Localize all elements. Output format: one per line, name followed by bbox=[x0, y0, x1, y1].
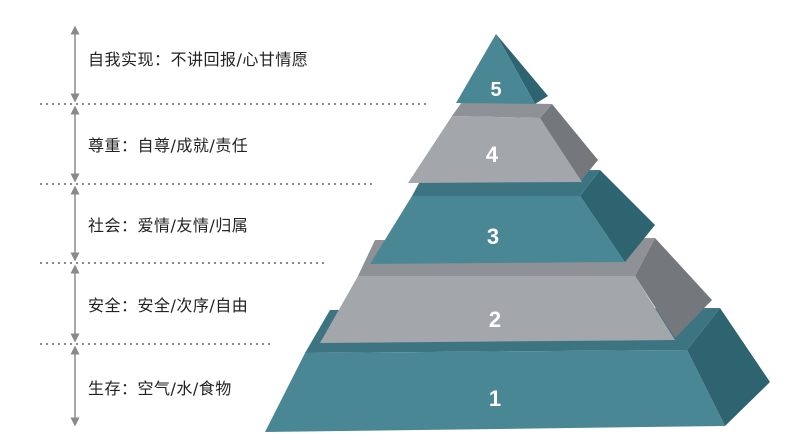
pyramid-level-3: 3 bbox=[370, 170, 655, 264]
level-1-label: 生存：空气/水/食物 bbox=[88, 379, 232, 398]
level-3-label: 社会：爱情/友情/归属 bbox=[88, 216, 249, 235]
level-4-label: 尊重：自尊/成就/责任 bbox=[88, 136, 249, 155]
pyramid-level-5: 5 bbox=[456, 34, 548, 104]
level-2-label: 安全：安全/次序/自由 bbox=[88, 296, 249, 315]
level-4-top bbox=[452, 102, 552, 118]
level-5-number: 5 bbox=[490, 79, 501, 101]
level-3-number: 3 bbox=[487, 224, 499, 249]
pyramid-level-4: 4 bbox=[408, 102, 598, 183]
level-4-number: 4 bbox=[486, 142, 499, 167]
level-5-label: 自我实现：不讲回报/心甘情愿 bbox=[88, 50, 309, 69]
level-1-number: 1 bbox=[489, 386, 501, 411]
pyramid-diagram: 1 2 3 4 5 自我实现：不讲回报/心甘情愿 尊重：自尊/成就/责任 社会：… bbox=[0, 0, 802, 448]
level-2-number: 2 bbox=[489, 307, 501, 332]
